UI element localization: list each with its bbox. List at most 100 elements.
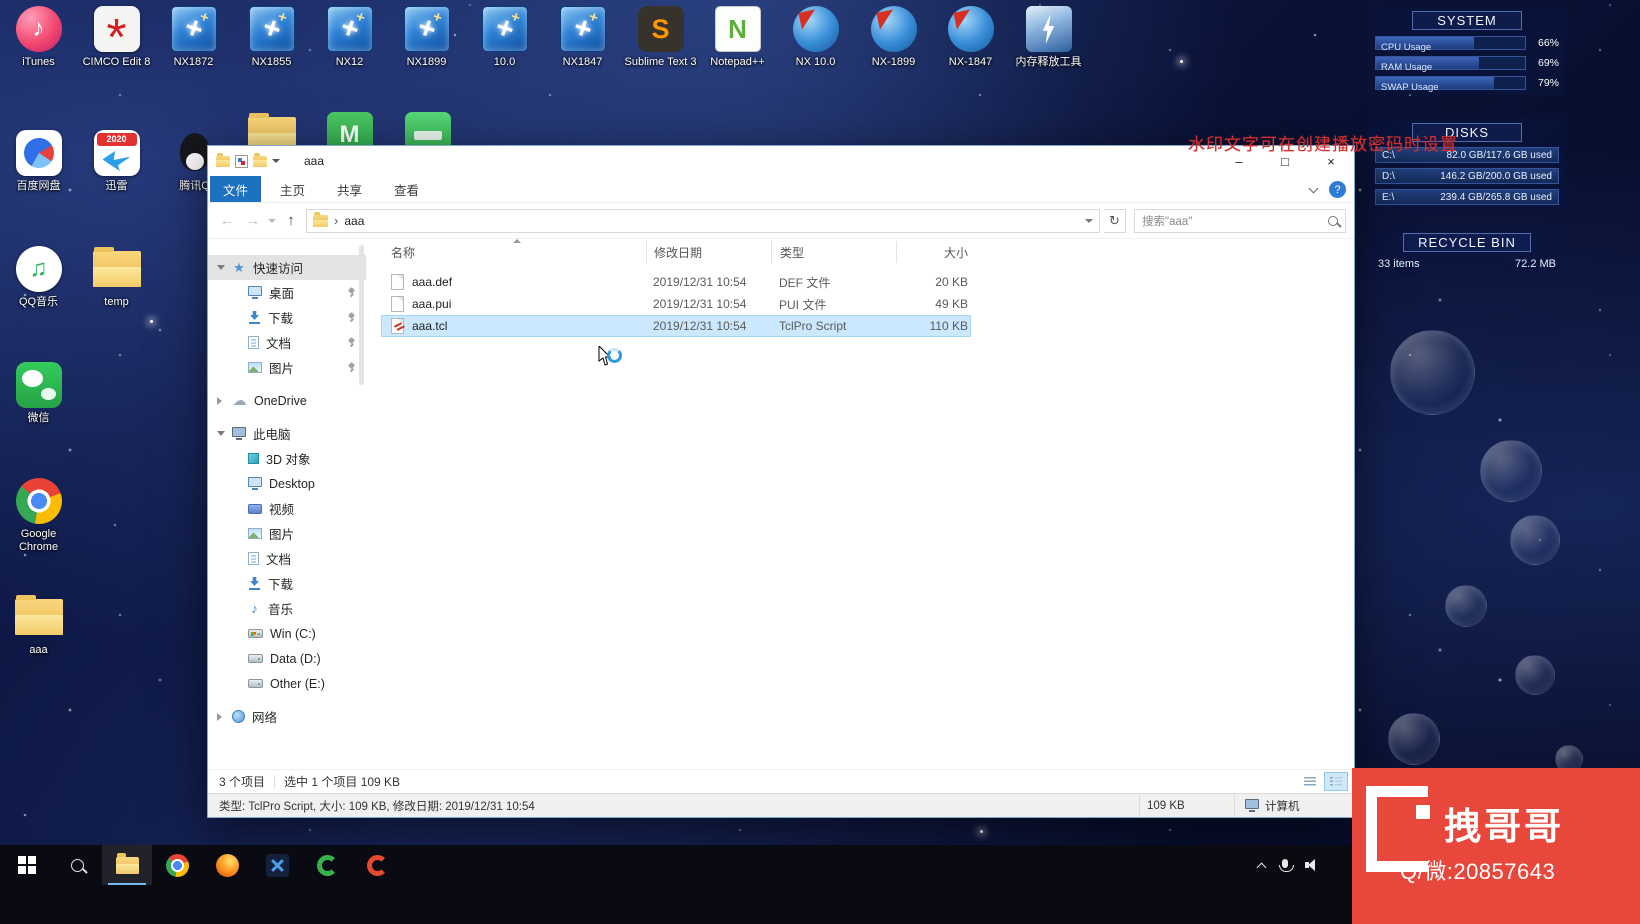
sidebar-item-downloads[interactable]: 下载	[208, 571, 366, 596]
help-icon[interactable]: ?	[1329, 181, 1346, 198]
taskbar-file-explorer[interactable]	[102, 845, 152, 885]
file-explorer-icon	[116, 857, 139, 874]
navigation-pane: 快速访问 桌面 下载 文档	[208, 239, 366, 769]
recorder-watermark-text: 水印文字可在创建播放密码时设置	[1188, 130, 1540, 155]
chevron-down-icon[interactable]	[272, 159, 280, 163]
sidebar-item-documents-pin[interactable]: 文档	[208, 330, 366, 355]
desktop-icon-wechat[interactable]: 微信	[0, 362, 77, 425]
desktop-icon-aaa-folder[interactable]: aaa	[0, 594, 77, 657]
sidebar-item-downloads-pin[interactable]: 下载	[208, 305, 366, 330]
expander-icon[interactable]	[217, 397, 222, 405]
ribbon-collapse-icon[interactable]	[1309, 183, 1319, 193]
desktop-icon-nx-1899[interactable]: NX-1899	[855, 6, 932, 69]
desktop-icon-sublime[interactable]: Sublime Text 3	[622, 6, 699, 69]
sidebar-item-videos[interactable]: 视频	[208, 496, 366, 521]
column-header-size[interactable]: 大小	[896, 241, 971, 263]
details-view-button[interactable]	[1324, 772, 1348, 791]
desktop-icon-nx1855[interactable]: NX1855	[233, 6, 310, 69]
taskbar-cimco-red[interactable]	[352, 845, 402, 885]
desktop-icon-nx1847[interactable]: NX1847	[544, 6, 621, 69]
bubble	[1388, 713, 1440, 765]
hidden-icons-chevron-icon[interactable]	[1257, 862, 1267, 872]
sidebar-scrollbar[interactable]	[359, 245, 364, 385]
system-widget-title: SYSTEM	[1412, 11, 1522, 30]
folder-icon[interactable]	[253, 156, 267, 167]
sidebar-item-desktop-pin[interactable]: 桌面	[208, 280, 366, 305]
volume-icon[interactable]	[1305, 858, 1320, 872]
wechat-icon	[16, 362, 62, 408]
file-row[interactable]: aaa.def 2019/12/31 10:54 DEF 文件 20 KB	[381, 271, 971, 293]
tab-file[interactable]: 文件	[210, 176, 261, 202]
desktop-icon-notepadpp[interactable]: Notepad++	[699, 6, 776, 69]
up-icon[interactable]: ↑	[280, 212, 302, 229]
search-box[interactable]: 搜索"aaa"	[1134, 209, 1346, 233]
taskbar-app-x[interactable]	[252, 845, 302, 885]
sidebar-item-pictures-pin[interactable]: 图片	[208, 355, 366, 380]
tab-share[interactable]: 共享	[324, 176, 375, 202]
desktop-icon-memory-tool[interactable]: 内存释放工具	[1010, 6, 1087, 69]
forward-icon[interactable]: →	[242, 212, 264, 229]
back-icon[interactable]: ←	[216, 212, 238, 229]
sidebar-item-onedrive[interactable]: OneDrive	[208, 388, 366, 413]
desktop-icon-nx-1847[interactable]: NX-1847	[932, 6, 1009, 69]
file-row-selected[interactable]: aaa.tcl 2019/12/31 10:54 TclPro Script 1…	[381, 315, 971, 337]
nx-app-icon	[171, 6, 217, 52]
expander-icon[interactable]	[217, 265, 225, 270]
sidebar-item-this-pc[interactable]: 此电脑	[208, 421, 366, 446]
expander-icon[interactable]	[217, 431, 225, 436]
sidebar-item-documents[interactable]: 文档	[208, 546, 366, 571]
sidebar-item-music[interactable]: 音乐	[208, 596, 366, 621]
list-view-button[interactable]	[1298, 772, 1322, 791]
drive-icon	[248, 654, 263, 663]
tab-view[interactable]: 查看	[381, 176, 432, 202]
sidebar-item-desktop[interactable]: Desktop	[208, 471, 366, 496]
folder-icon[interactable]	[216, 156, 230, 167]
column-header-name[interactable]: 名称	[381, 241, 646, 263]
desktop-icon-nx1899[interactable]: NX1899	[388, 6, 465, 69]
desktop-icon-baidu-netdisk[interactable]: 百度网盘	[0, 130, 77, 193]
firefox-icon	[216, 854, 239, 877]
sidebar-item-3d-objects[interactable]: 3D 对象	[208, 446, 366, 471]
expander-icon[interactable]	[217, 713, 222, 721]
desktop-icon-nx12[interactable]: NX12	[311, 6, 388, 69]
file-row[interactable]: aaa.pui 2019/12/31 10:54 PUI 文件 49 KB	[381, 293, 971, 315]
sidebar-item-quick-access[interactable]: 快速访问	[208, 255, 366, 280]
desktop-icon-cimco-edit[interactable]: CIMCO Edit 8	[78, 6, 155, 69]
baidu-netdisk-icon	[16, 130, 62, 176]
computer-icon	[232, 427, 246, 437]
desktop-icon-nx1872[interactable]: NX1872	[155, 6, 232, 69]
breadcrumb[interactable]: aaa	[344, 214, 364, 228]
history-chevron-icon[interactable]	[268, 219, 276, 223]
desktop-icon-label: NX1847	[544, 56, 621, 69]
refresh-icon[interactable]: ↻	[1104, 209, 1126, 233]
sidebar-item-drive-c[interactable]: Win (C:)	[208, 621, 366, 646]
desktop-icon-xunlei[interactable]: 2020 迅雷	[78, 130, 155, 193]
sidebar-item-drive-d[interactable]: Data (D:)	[208, 646, 366, 671]
desktop-icon-nx-10-0[interactable]: NX 10.0	[777, 6, 854, 69]
sidebar-item-pictures[interactable]: 图片	[208, 521, 366, 546]
taskbar-firefox[interactable]	[202, 845, 252, 885]
start-button[interactable]	[2, 845, 52, 885]
taskbar-chrome[interactable]	[152, 845, 202, 885]
desktop-icon-label: 10.0	[466, 56, 543, 69]
title-bar[interactable]: aaa – □ ×	[208, 146, 1354, 176]
taskbar-cimco-green[interactable]	[302, 845, 352, 885]
address-dropdown-icon[interactable]	[1085, 219, 1093, 223]
column-headers: 名称 修改日期 类型 大小	[381, 241, 971, 263]
quick-access-icon[interactable]	[235, 155, 248, 168]
folder-icon	[313, 215, 328, 227]
taskbar-search-button[interactable]	[52, 845, 102, 885]
sidebar-item-network[interactable]: 网络	[208, 704, 366, 729]
column-header-date[interactable]: 修改日期	[646, 241, 771, 263]
tab-home[interactable]: 主页	[267, 176, 318, 202]
sidebar-item-drive-e[interactable]: Other (E:)	[208, 671, 366, 696]
desktop-icon-temp-folder[interactable]: temp	[78, 246, 155, 309]
desktop-icon-chrome[interactable]: Google Chrome	[0, 478, 77, 554]
column-header-type[interactable]: 类型	[771, 241, 896, 263]
disk-row-e: E:\ 239.4 GB/265.8 GB used	[1375, 189, 1559, 205]
desktop-icon-10-0[interactable]: 10.0	[466, 6, 543, 69]
address-bar[interactable]: › aaa	[306, 209, 1100, 233]
desktop-icon-qq-music[interactable]: QQ音乐	[0, 246, 77, 309]
microphone-icon[interactable]	[1282, 859, 1288, 868]
desktop-icon-itunes[interactable]: iTunes	[0, 6, 77, 69]
